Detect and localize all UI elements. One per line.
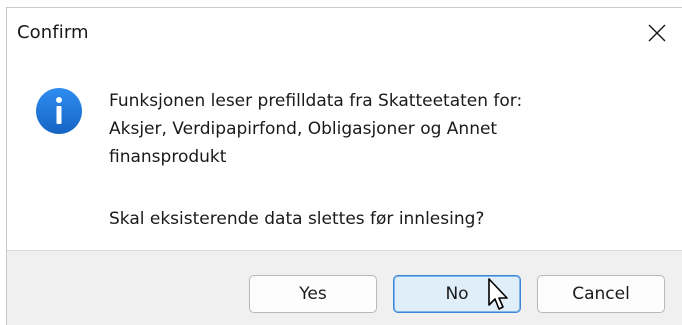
close-button[interactable] [630, 8, 682, 58]
yes-button[interactable]: Yes [249, 275, 377, 313]
confirm-dialog: Confirm Funksjonen leser prefilldata fra… [6, 7, 682, 325]
message-line: finansprodukt [109, 147, 227, 167]
dialog-title: Confirm [17, 22, 89, 43]
dialog-body: Funksjonen leser prefilldata fra Skattee… [7, 60, 682, 250]
dialog-question: Skal eksisterende data slettes før innle… [109, 209, 485, 229]
no-button[interactable]: No [393, 275, 521, 313]
title-bar: Confirm [7, 8, 682, 60]
cancel-button[interactable]: Cancel [537, 275, 665, 313]
close-icon [648, 24, 666, 42]
info-icon [36, 88, 82, 134]
message-line: Aksjer, Verdipapirfond, Obligasjoner og … [109, 119, 498, 139]
message-line: Funksjonen leser prefilldata fra Skattee… [109, 91, 523, 111]
dialog-message: Funksjonen leser prefilldata fra Skattee… [109, 87, 669, 171]
button-bar: Yes No Cancel [7, 250, 682, 325]
